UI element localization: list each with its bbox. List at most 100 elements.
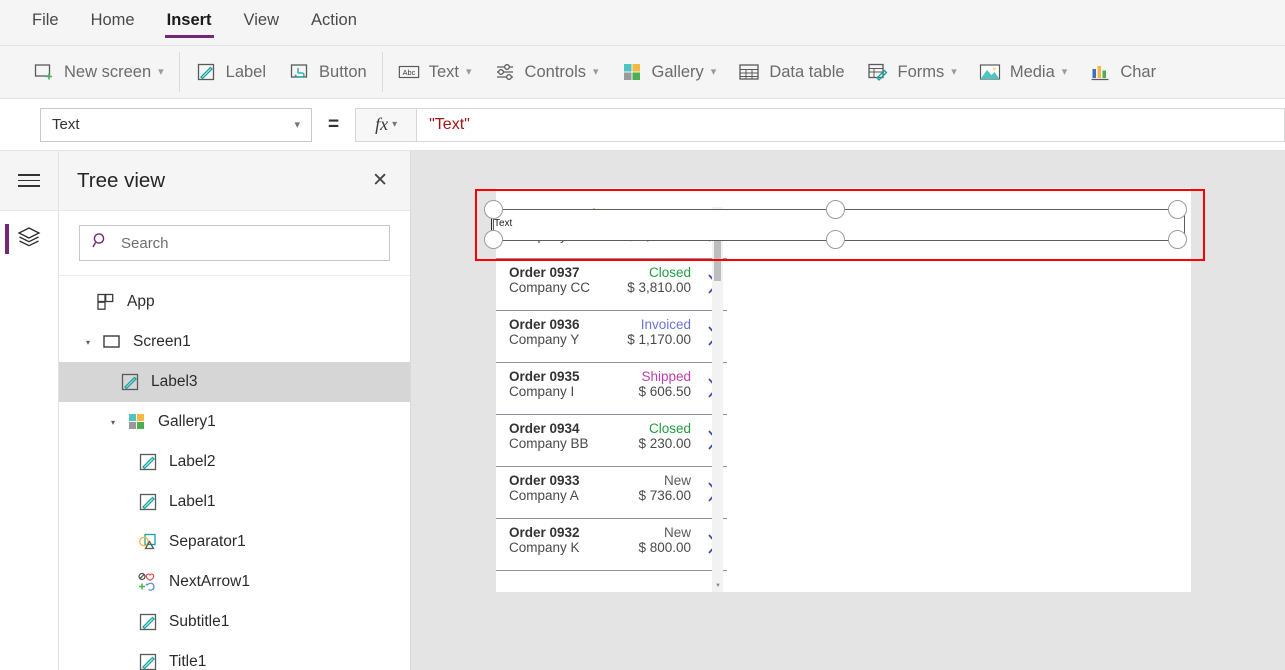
charts-bar-icon: [1089, 61, 1111, 83]
tree-item-list: App ▾ Screen1 Label3 ▾ Gallery1 Label2 L…: [59, 276, 410, 670]
equals-sign: =: [328, 113, 340, 135]
search-box[interactable]: [79, 225, 390, 261]
resize-handle-top-left[interactable]: [484, 200, 503, 219]
controls-sliders-icon: [494, 61, 516, 83]
next-arrow-icons-icon: [137, 571, 159, 593]
new-screen-icon: [33, 61, 55, 83]
hamburger-menu-button[interactable]: [0, 151, 58, 211]
search-input[interactable]: [119, 233, 377, 253]
ribbon-label-button[interactable]: Label: [184, 52, 277, 92]
gallery-item-amount: $ 230.00: [638, 436, 691, 451]
tree-item-label: NextArrow1: [169, 573, 250, 590]
gallery-item-amount: $ 736.00: [638, 488, 691, 503]
formula-bar: Text ▾ = fx ▾ "Text": [0, 99, 1285, 151]
tree-item-subtitle1[interactable]: Subtitle1: [59, 602, 410, 642]
ribbon-button-button[interactable]: Button: [277, 52, 378, 92]
button-icon: [288, 61, 310, 83]
close-icon[interactable]: ✕: [372, 171, 388, 190]
tree-item-app[interactable]: App: [59, 282, 410, 322]
ribbon-media-button[interactable]: Media ▾: [968, 52, 1078, 92]
chevron-down-icon: ▾: [392, 119, 398, 130]
resize-handle-bottom-right[interactable]: [1168, 230, 1187, 249]
gallery-item-status: New: [663, 525, 691, 540]
ribbon-gallery-button[interactable]: Gallery ▾: [610, 52, 728, 92]
tree-item-label: Title1: [169, 653, 207, 670]
gallery-item[interactable]: Order 0934 Closed Company BB $ 230.00: [496, 415, 727, 467]
label-icon: [137, 451, 159, 473]
rail-item-tree-view[interactable]: [0, 211, 58, 267]
tree-item-title1[interactable]: Title1: [59, 642, 410, 670]
gallery-item-status: Invoiced: [640, 317, 691, 332]
ribbon-charts-button[interactable]: Char: [1078, 52, 1167, 92]
fx-button[interactable]: fx ▾: [355, 107, 418, 142]
gallery-item[interactable]: Order 0933 New Company A $ 736.00: [496, 467, 727, 519]
tree-item-label3[interactable]: Label3: [59, 362, 410, 402]
gallery-item-order: Order 0937: [509, 265, 580, 280]
ribbon-forms-button[interactable]: Forms ▾: [856, 52, 968, 92]
tree-item-label: Label3: [151, 373, 198, 390]
gallery-item[interactable]: Order 0936 Invoiced Company Y $ 1,170.00: [496, 311, 727, 363]
tree-item-label: App: [127, 293, 155, 310]
ribbon-new-screen-button[interactable]: New screen ▾: [22, 52, 175, 92]
label-icon: [137, 611, 159, 633]
ribbon-label: Char: [1120, 62, 1157, 81]
tree-item-label: Label1: [169, 493, 216, 510]
gallery-control[interactable]: Order 0938 Closed Company F $ 2,870.00: [496, 207, 727, 592]
tree-expander-icon[interactable]: ▾: [106, 418, 120, 427]
ribbon-text-button[interactable]: Abc Text ▾: [387, 52, 483, 92]
resize-handle-bottom-left[interactable]: [484, 230, 503, 249]
tree-item-label: Gallery1: [158, 413, 216, 430]
chevron-down-icon: ▾: [951, 65, 957, 78]
label-icon: [137, 651, 159, 670]
layers-icon: [16, 224, 42, 255]
ribbon-data-table-button[interactable]: Data table: [727, 52, 855, 92]
menu-tab-insert[interactable]: Insert: [164, 8, 214, 38]
menu-bar: File Home Insert View Action: [0, 0, 1285, 46]
resize-handle-bottom-center[interactable]: [826, 230, 845, 249]
gallery-squares-icon: [621, 61, 643, 83]
formula-input[interactable]: "Text": [417, 107, 1285, 142]
tree-view-header: Tree view ✕: [59, 151, 410, 211]
ribbon-label: Forms: [897, 62, 945, 81]
tree-item-nextarrow1[interactable]: NextArrow1: [59, 562, 410, 602]
menu-tab-view[interactable]: View: [242, 8, 281, 38]
ribbon-label: Button: [319, 62, 367, 81]
tree-item-label1[interactable]: Label1: [59, 482, 410, 522]
ribbon-label: Label: [225, 62, 267, 81]
resize-handle-top-center[interactable]: [826, 200, 845, 219]
menu-tab-file[interactable]: File: [30, 8, 61, 38]
gallery-item-company: Company I: [509, 384, 575, 399]
gallery-item-amount: $ 1,170.00: [627, 332, 691, 347]
tree-item-label2[interactable]: Label2: [59, 442, 410, 482]
data-table-icon: [738, 61, 760, 83]
ribbon-controls-button[interactable]: Controls ▾: [483, 52, 610, 92]
gallery-scrollbar[interactable]: ▲ ▼: [712, 207, 723, 592]
tree-item-label: Label2: [169, 453, 216, 470]
scroll-down-arrow-icon[interactable]: ▼: [715, 583, 721, 589]
gallery-item[interactable]: Order 0937 Closed Company CC $ 3,810.00: [496, 259, 727, 311]
resize-handle-top-right[interactable]: [1168, 200, 1187, 219]
menu-tab-action[interactable]: Action: [309, 8, 359, 38]
menu-tab-home[interactable]: Home: [89, 8, 137, 38]
design-canvas[interactable]: Order 0938 Closed Company F $ 2,870.00: [411, 151, 1285, 670]
label-icon: [195, 61, 217, 83]
hamburger-icon: [18, 170, 40, 191]
gallery-item[interactable]: Order 0932 New Company K $ 800.00: [496, 519, 727, 571]
tree-item-separator1[interactable]: Separator1: [59, 522, 410, 562]
chevron-down-icon: ▾: [593, 65, 599, 78]
tree-item-screen1[interactable]: ▾ Screen1: [59, 322, 410, 362]
gallery-item[interactable]: Order 0935 Shipped Company I $ 606.50: [496, 363, 727, 415]
tree-expander-icon[interactable]: ▾: [81, 338, 95, 347]
gallery-item-order: Order 0935: [509, 369, 580, 384]
tree-search-wrapper: [59, 211, 410, 276]
gallery-item-order: Order 0932: [509, 525, 580, 540]
separator-shapes-icon: [137, 531, 159, 553]
property-select[interactable]: Text ▾: [40, 107, 312, 142]
gallery-item-amount: $ 3,810.00: [627, 280, 691, 295]
gallery-item-order: Order 0936: [509, 317, 580, 332]
selected-label-control[interactable]: Text: [475, 189, 1205, 261]
tree-item-gallery1[interactable]: ▾ Gallery1: [59, 402, 410, 442]
fx-icon: fx: [375, 114, 389, 134]
tree-view-panel: Tree view ✕ Search App ▾ Screen1 Label3 …: [59, 151, 411, 670]
chevron-down-icon: ▾: [466, 65, 472, 78]
